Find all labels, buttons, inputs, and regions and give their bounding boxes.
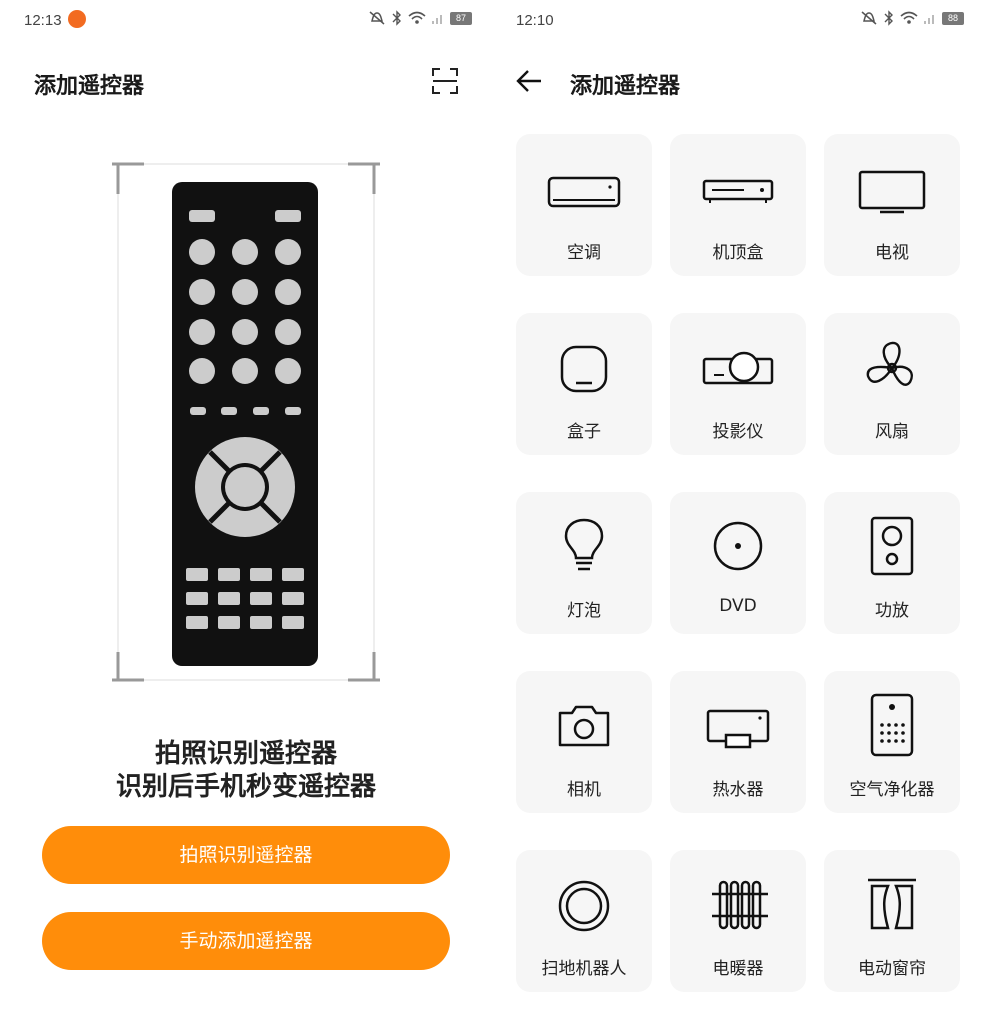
status-bar: 12:13 87 — [0, 0, 492, 42]
title-bar: 添加遥控器 — [0, 58, 492, 102]
device-card-dvd[interactable]: DVD — [670, 492, 806, 634]
device-card-air-purifier[interactable]: 空气净化器 — [824, 671, 960, 813]
amplifier-icon — [870, 516, 914, 576]
device-card-light-bulb[interactable]: 灯泡 — [516, 492, 652, 634]
air-conditioner-icon — [547, 176, 621, 208]
notification-icon — [68, 10, 86, 28]
device-label: 电暖器 — [712, 959, 764, 979]
device-label: 机顶盒 — [712, 243, 764, 263]
device-label: 空调 — [567, 243, 601, 263]
battery-level: 87 — [450, 11, 472, 25]
wifi-icon — [900, 11, 918, 24]
mute-icon — [369, 11, 385, 25]
manual-add-button[interactable]: 手动添加遥控器 — [42, 912, 450, 970]
mute-icon — [861, 11, 877, 25]
bluetooth-icon — [884, 10, 893, 26]
camera-icon — [558, 705, 610, 747]
device-card-box[interactable]: 盒子 — [516, 313, 652, 455]
tv-icon — [858, 170, 926, 214]
status-icons: 87 — [368, 10, 472, 26]
fan-icon — [866, 341, 913, 386]
caption-line-1: 拍照识别遥控器 — [154, 739, 337, 769]
set-top-box-icon — [702, 179, 774, 203]
remote-illustration — [172, 182, 318, 666]
curtain-icon — [868, 878, 916, 930]
robot-vacuum-icon — [558, 880, 610, 932]
device-card-camera[interactable]: 相机 — [516, 671, 652, 813]
device-label: 相机 — [567, 780, 601, 800]
photo-recognize-button[interactable]: 拍照识别遥控器 — [42, 826, 450, 884]
device-label: 投影仪 — [712, 422, 764, 442]
battery-level: 88 — [942, 11, 964, 25]
heater-icon — [712, 880, 768, 930]
device-label: DVD — [719, 596, 757, 616]
device-card-set-top-box[interactable]: 机顶盒 — [670, 134, 806, 276]
device-label: 功放 — [875, 601, 909, 621]
device-label: 扫地机器人 — [541, 959, 627, 979]
device-label: 电动窗帘 — [858, 959, 926, 979]
device-card-heater[interactable]: 电暖器 — [670, 850, 806, 992]
device-card-tv[interactable]: 电视 — [824, 134, 960, 276]
device-label: 风扇 — [875, 422, 909, 442]
add-remote-photo-screen: 12:13 87 添加遥控器 拍照识别遥控器 识别后手机秒变遥控器 拍照识别遥控… — [0, 0, 492, 1024]
scan-icon[interactable] — [432, 68, 458, 94]
back-arrow-icon[interactable] — [514, 66, 544, 96]
device-card-fan[interactable]: 风扇 — [824, 313, 960, 455]
device-label: 热水器 — [712, 780, 764, 800]
add-remote-device-screen: 12:10 88 添加遥控器 空调 机顶盒 电视 盒子 投影仪 风扇 灯泡 DV… — [492, 0, 984, 1024]
dvd-icon — [713, 521, 763, 571]
device-label: 盒子 — [567, 422, 601, 442]
device-card-water-heater[interactable]: 热水器 — [670, 671, 806, 813]
device-card-amplifier[interactable]: 功放 — [824, 492, 960, 634]
bluetooth-icon — [392, 10, 401, 26]
projector-icon — [702, 351, 774, 385]
page-title: 添加遥控器 — [34, 74, 145, 99]
device-label: 电视 — [875, 243, 909, 263]
box-icon — [560, 345, 608, 393]
title-bar: 添加遥控器 — [492, 58, 984, 102]
status-icons: 88 — [860, 10, 964, 26]
device-card-projector[interactable]: 投影仪 — [670, 313, 806, 455]
page-title: 添加遥控器 — [570, 74, 681, 99]
wifi-icon — [408, 11, 426, 24]
device-label: 空气净化器 — [849, 780, 935, 800]
signal-icon — [924, 15, 934, 24]
light-bulb-icon — [564, 518, 604, 571]
device-card-robot-vacuum[interactable]: 扫地机器人 — [516, 850, 652, 992]
air-purifier-icon — [870, 693, 914, 757]
caption-line-2: 识别后手机秒变遥控器 — [115, 772, 376, 802]
status-bar: 12:10 88 — [492, 0, 984, 42]
device-label: 灯泡 — [567, 601, 601, 621]
device-card-curtain[interactable]: 电动窗帘 — [824, 850, 960, 992]
water-heater-icon — [706, 709, 770, 749]
status-time: 12:13 — [24, 12, 62, 29]
signal-icon — [432, 15, 442, 24]
device-card-air-conditioner[interactable]: 空调 — [516, 134, 652, 276]
status-time: 12:10 — [516, 12, 554, 29]
